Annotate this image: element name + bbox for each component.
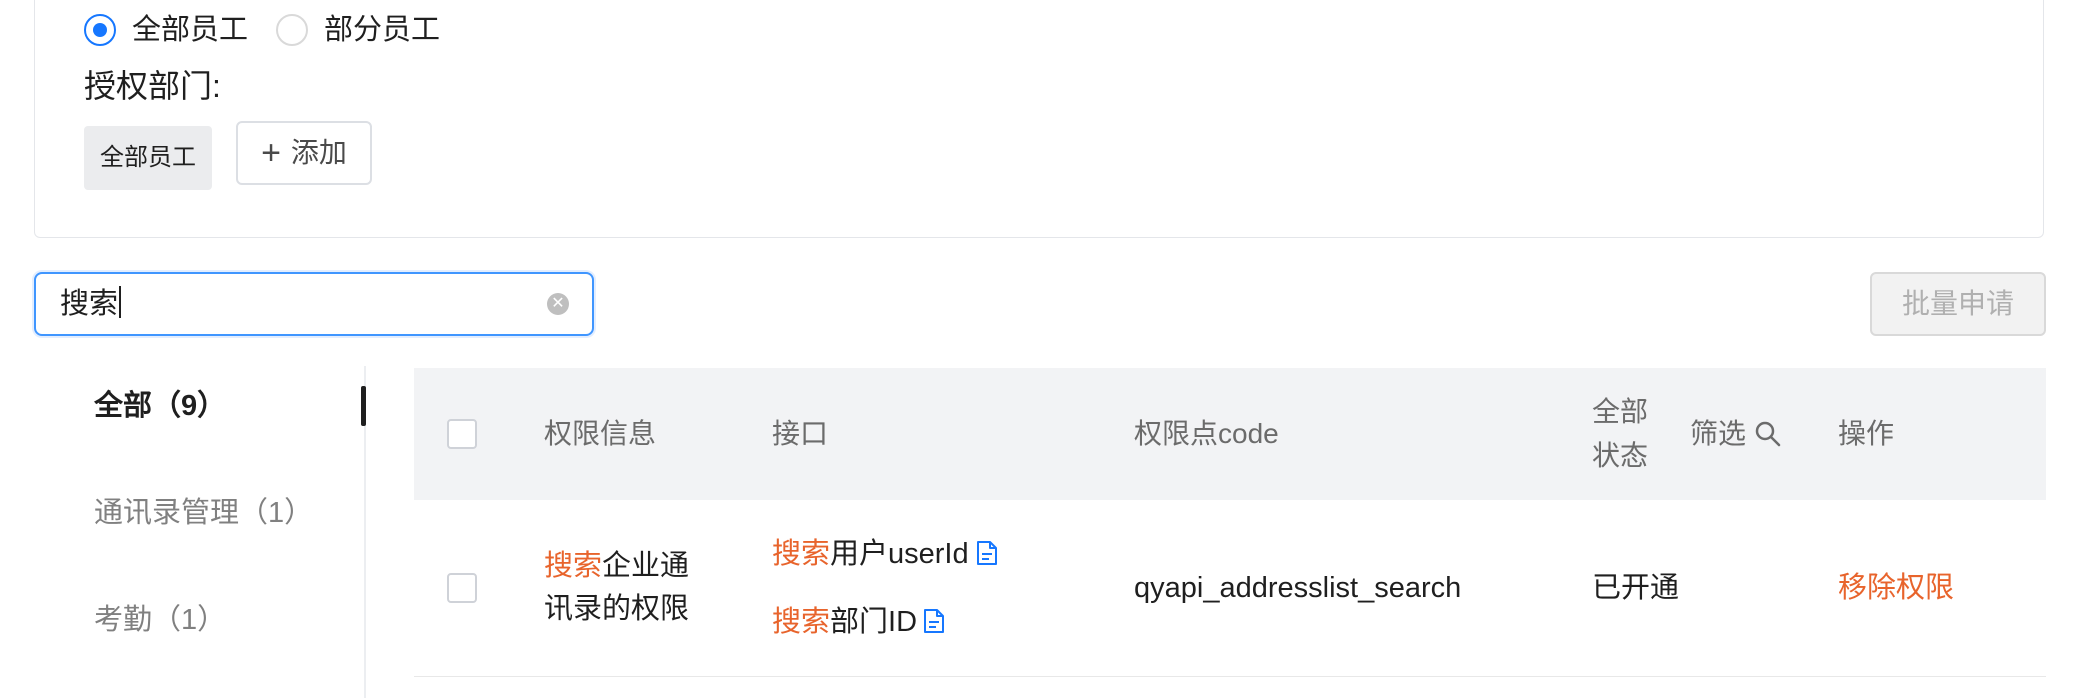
header-code: 权限点code bbox=[1134, 418, 1279, 449]
nav-item-contacts[interactable]: 通讯录管理（1） bbox=[94, 493, 313, 533]
nav-item-all[interactable]: 全部（9） bbox=[94, 386, 226, 426]
header-action: 操作 bbox=[1838, 418, 1895, 449]
row-code: qyapi_addresslist_search bbox=[1134, 572, 1462, 604]
filter-label[interactable]: 筛选 bbox=[1690, 414, 1746, 454]
add-dept-button[interactable]: + 添加 bbox=[236, 121, 372, 185]
search-input[interactable]: 搜索 ✕ bbox=[34, 272, 594, 336]
batch-apply-button[interactable]: 批量申请 bbox=[1870, 272, 2046, 336]
row-checkbox[interactable] bbox=[447, 573, 477, 603]
scope-partial-radio[interactable] bbox=[276, 14, 308, 46]
clear-icon[interactable]: ✕ bbox=[547, 293, 569, 315]
dept-tag: 全部员工 bbox=[84, 126, 212, 190]
remove-permission-link[interactable]: 移除权限 bbox=[1838, 566, 1954, 610]
header-status-line2[interactable]: 状态 bbox=[1592, 436, 1648, 476]
api-rest: 部门ID bbox=[830, 606, 918, 638]
info-highlight: 搜索 bbox=[544, 550, 603, 582]
row-status: 已开通 bbox=[1592, 572, 1680, 604]
search-value: 搜索 bbox=[60, 288, 119, 320]
api-item-deptid[interactable]: 搜索部门ID bbox=[772, 600, 917, 644]
nav-active-indicator bbox=[361, 386, 366, 426]
row-divider bbox=[414, 676, 2046, 677]
scope-partial-label[interactable]: 部分员工 bbox=[324, 10, 440, 50]
table-header: 权限信息 接口 权限点code 全部 状态 筛选 操作 bbox=[414, 368, 2046, 500]
api-rest: 用户userId bbox=[830, 538, 969, 570]
row-info-line2: 讯录的权限 bbox=[544, 593, 690, 625]
add-dept-label: 添加 bbox=[290, 137, 347, 168]
scope-all-label[interactable]: 全部员工 bbox=[132, 10, 248, 50]
search-icon[interactable] bbox=[1754, 420, 1782, 448]
row-info-line1: 搜索企业通 bbox=[544, 544, 689, 588]
authorized-dept-label: 授权部门: bbox=[84, 68, 221, 104]
info-rest: 企业通 bbox=[602, 550, 690, 582]
document-icon[interactable] bbox=[922, 608, 946, 634]
nav-item-attendance[interactable]: 考勤（1） bbox=[94, 600, 226, 640]
api-highlight: 搜索 bbox=[772, 606, 831, 638]
api-item-userid[interactable]: 搜索用户userId bbox=[772, 532, 969, 576]
header-status-line1[interactable]: 全部 bbox=[1592, 392, 1648, 432]
header-info: 权限信息 bbox=[544, 418, 657, 449]
plus-icon: + bbox=[261, 134, 281, 172]
text-caret bbox=[119, 286, 122, 318]
header-api: 接口 bbox=[772, 418, 829, 449]
api-highlight: 搜索 bbox=[772, 538, 831, 570]
select-all-checkbox[interactable] bbox=[447, 419, 477, 449]
scope-all-radio[interactable] bbox=[84, 14, 116, 46]
document-icon[interactable] bbox=[975, 540, 999, 566]
